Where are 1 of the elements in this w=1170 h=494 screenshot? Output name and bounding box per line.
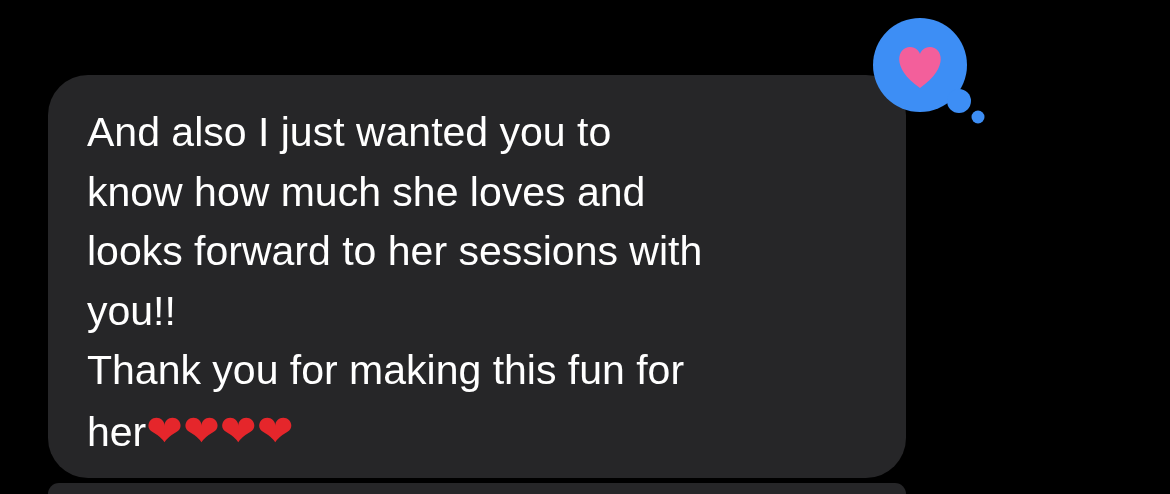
message-text: And also I just wanted you to know how much she loves and looks forward to her sessions with you!! Thank you for making this fun for her❤❤❤❤ xyxy=(87,108,704,458)
